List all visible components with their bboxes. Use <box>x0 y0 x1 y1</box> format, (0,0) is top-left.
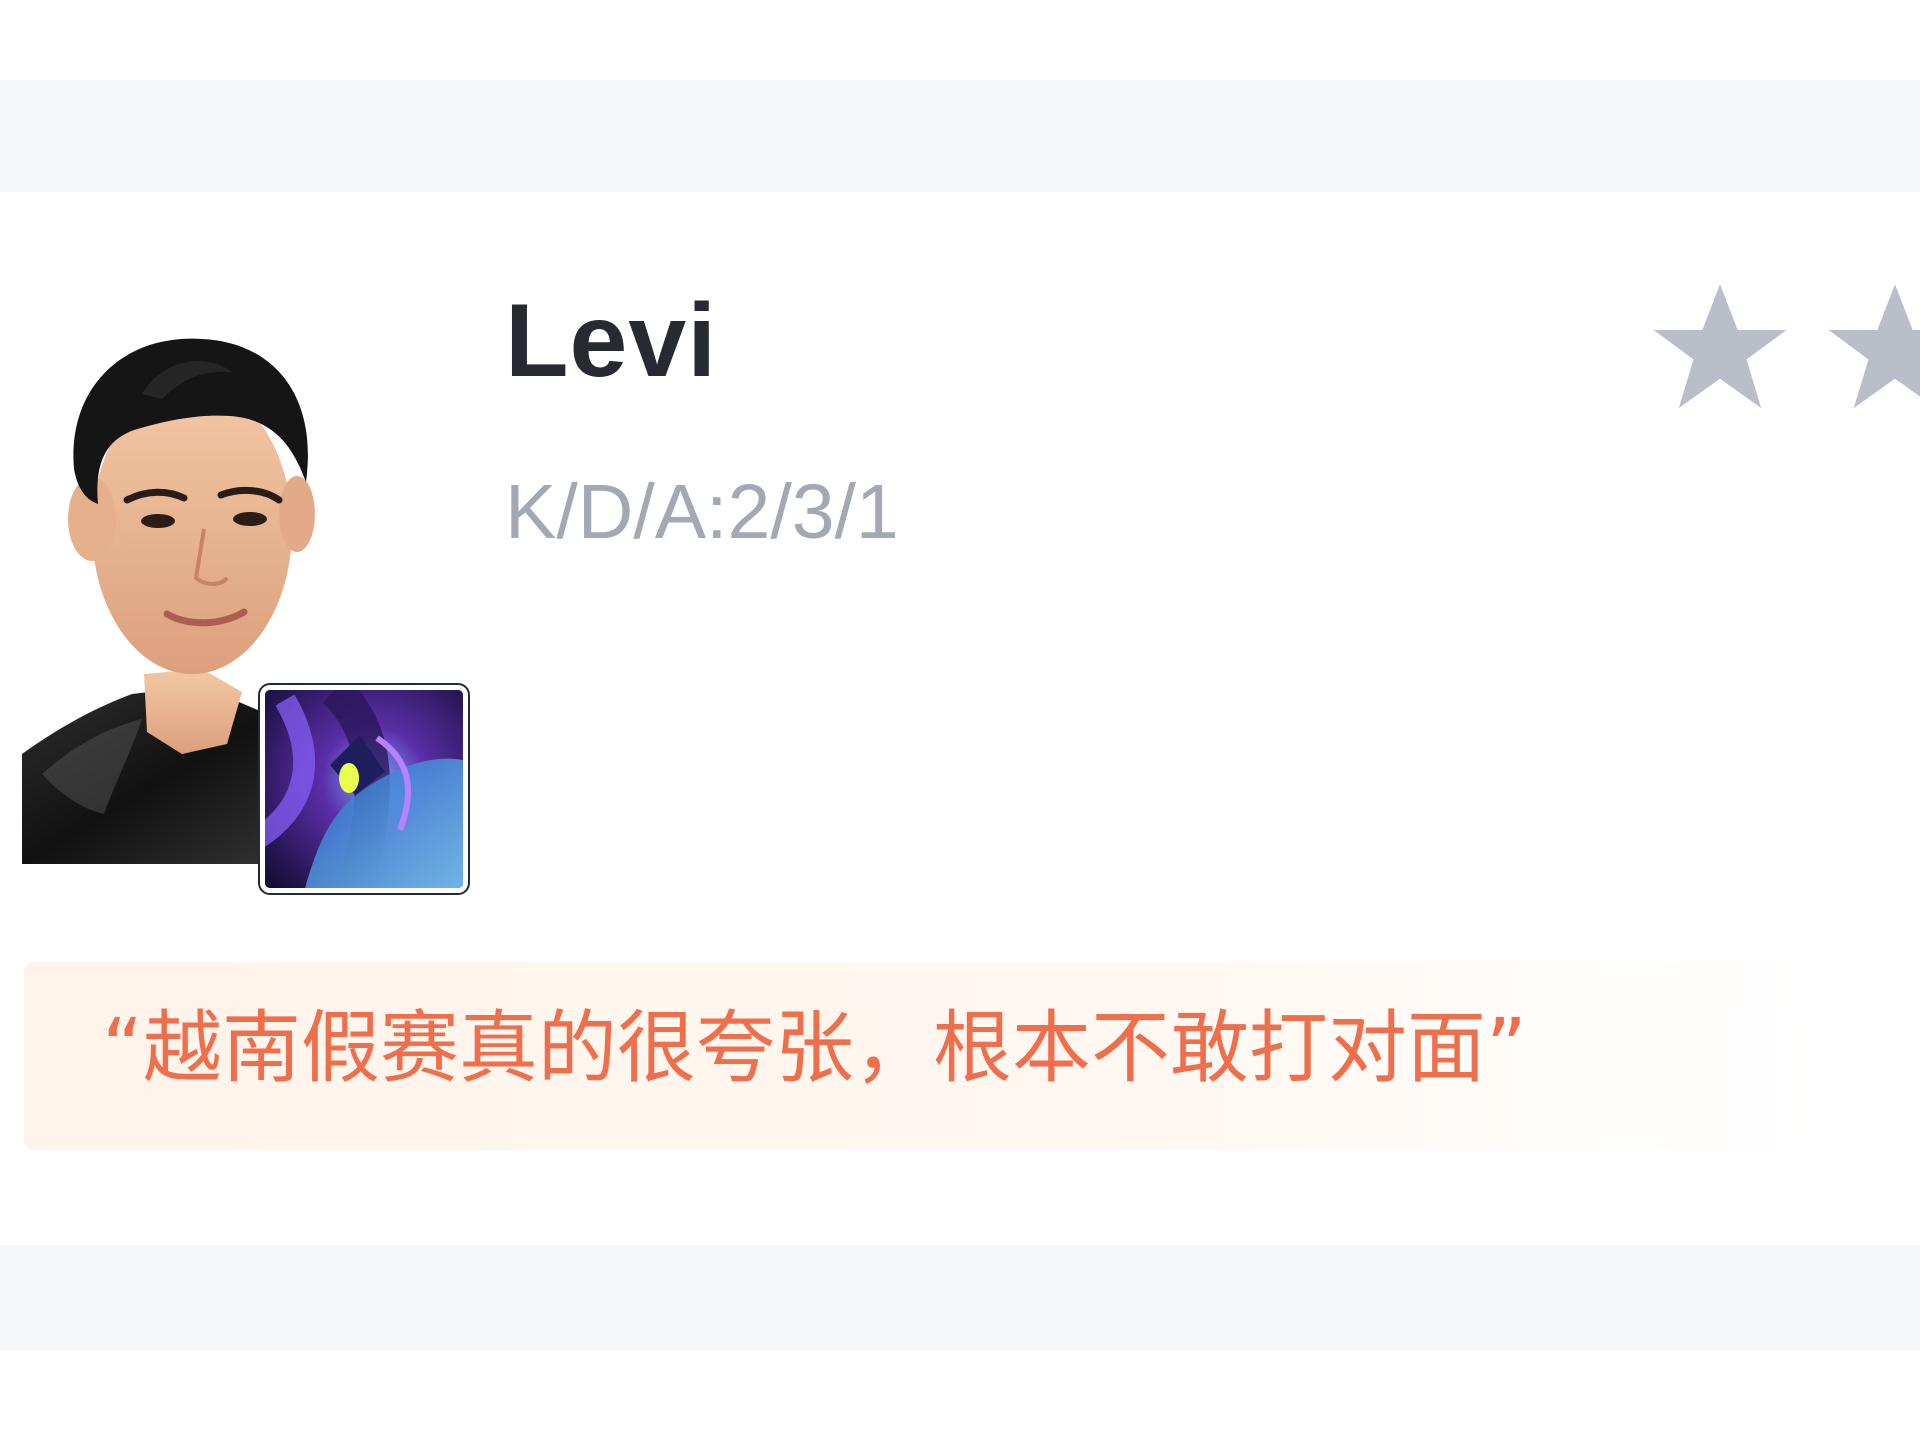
champion-icon[interactable] <box>260 685 468 893</box>
player-quote-box: “越南假赛真的很夸张，根本不敢打对面” <box>24 962 1814 1150</box>
player-card[interactable]: Levi K/D/A:2/3/1 “越南假赛真的很夸张，根本不敢打对面” <box>0 192 1920 1245</box>
section-divider-top <box>0 80 1920 192</box>
player-quote: “越南假赛真的很夸张，根本不敢打对面” <box>102 1002 1527 1094</box>
star-icon[interactable] <box>1645 277 1795 417</box>
star-icon[interactable] <box>1820 277 1920 417</box>
player-review-page: Levi K/D/A:2/3/1 “越南假赛真的很夸张，根本不敢打对面” <box>0 0 1920 1440</box>
player-name: Levi <box>505 283 718 399</box>
rating-stars[interactable] <box>1645 277 1920 417</box>
kda-stat: K/D/A:2/3/1 <box>505 469 899 555</box>
section-divider-bottom <box>0 1245 1920 1350</box>
